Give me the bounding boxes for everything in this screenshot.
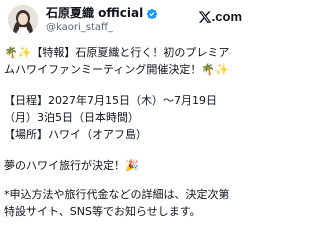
post-line: 特設サイト、SNS等でお知らせします。 — [4, 205, 201, 218]
author-block: 石原夏織 official @kaori_staff_ — [46, 6, 196, 35]
display-name[interactable]: 石原夏織 official — [46, 6, 143, 21]
post-line: ムハワイファンミーティング開催決定！🌴✨ — [4, 63, 229, 76]
post-line: 夢のハワイ旅行が決定！🎉 — [4, 159, 139, 172]
avatar[interactable] — [8, 5, 38, 35]
post-line: 【場所】ハワイ（オアフ島） — [4, 128, 147, 141]
post-header: 石原夏織 official @kaori_staff_ .com — [6, 3, 242, 37]
post-line: （月）3泊5日（日本時間） — [4, 111, 139, 124]
x-logo-text: .com — [211, 9, 242, 24]
post-line: 【日程】2027年7月15日（木）～7月19日 — [4, 94, 217, 107]
post-body: 🌴✨【特報】石原夏織と行く！初のプレミア ムハワイファンミーティング開催決定！🌴… — [4, 44, 244, 220]
avatar-photo-icon — [8, 5, 38, 35]
post-line: *申込方法や旅行代金などの詳細は、決定次第 — [4, 188, 230, 201]
name-row: 石原夏織 official — [46, 6, 196, 21]
post-line: 🌴✨【特報】石原夏織と行く！初のプレミア — [4, 46, 230, 59]
verified-badge-icon — [147, 8, 158, 19]
handle[interactable]: @kaori_staff_ — [46, 21, 196, 35]
x-brand-logo: .com — [198, 9, 242, 24]
x-logo-icon — [198, 10, 211, 23]
